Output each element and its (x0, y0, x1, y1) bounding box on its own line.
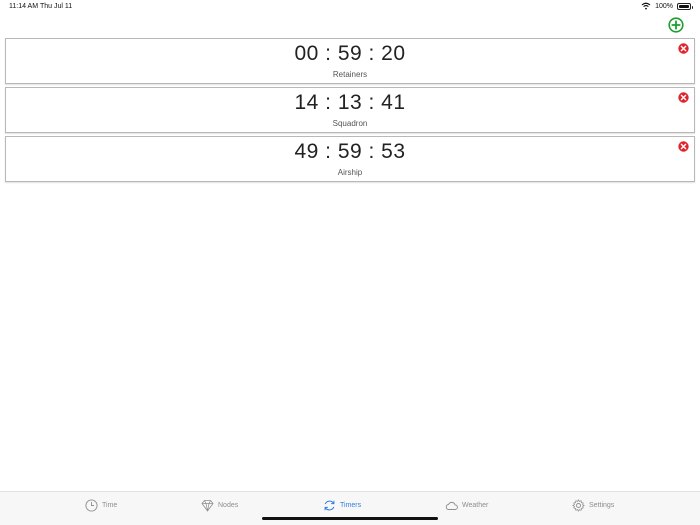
battery-percent: 100% (655, 2, 673, 10)
tab-weather[interactable]: Weather (445, 498, 488, 512)
add-timer-button[interactable] (668, 17, 684, 33)
clock-icon (85, 498, 98, 512)
diamond-icon (201, 499, 214, 512)
delete-timer-button[interactable] (678, 141, 689, 152)
tab-nodes[interactable]: Nodes (201, 498, 238, 512)
timer-list: 00 : 59 : 20 Retainers 14 : 13 : 41 Squa… (5, 38, 695, 185)
status-time: 11:14 AM (9, 3, 39, 10)
tab-label: Nodes (218, 501, 239, 509)
battery-icon (677, 2, 693, 10)
timer-card[interactable]: 00 : 59 : 20 Retainers (5, 38, 695, 84)
home-indicator[interactable] (262, 517, 438, 520)
cloud-icon (445, 501, 458, 510)
tab-label: Settings (589, 501, 615, 509)
status-right: 100% (641, 2, 693, 10)
timer-label: Airship (337, 168, 363, 177)
status-bar: 11:14 AM Thu Jul 11 100% (0, 0, 700, 13)
delete-timer-button[interactable] (678, 92, 689, 103)
tab-time[interactable]: Time (85, 498, 117, 512)
refresh-icon (324, 500, 335, 510)
screen: 11:14 AM Thu Jul 11 100% 00 : 59 : 20 Re… (0, 0, 700, 525)
status-date: Thu Jul 11 (40, 3, 73, 10)
tab-settings[interactable]: Settings (572, 498, 614, 512)
timer-label: Squadron (332, 119, 368, 128)
timer-card[interactable]: 49 : 59 : 53 Airship (5, 136, 695, 182)
tab-timers[interactable]: Timers (323, 498, 361, 512)
delete-timer-button[interactable] (678, 43, 689, 54)
timer-card[interactable]: 14 : 13 : 41 Squadron (5, 87, 695, 133)
tab-label: Time (102, 501, 118, 509)
timer-countdown: 00 : 59 : 20 (294, 42, 406, 65)
timer-countdown: 49 : 59 : 53 (294, 140, 406, 163)
tab-label: Timers (340, 501, 362, 509)
timer-countdown: 14 : 13 : 41 (294, 91, 406, 114)
wifi-icon (641, 2, 651, 10)
battery-fill (679, 4, 689, 8)
timer-label: Retainers (332, 70, 368, 79)
tab-label: Weather (462, 501, 489, 509)
gear-icon (572, 498, 585, 512)
